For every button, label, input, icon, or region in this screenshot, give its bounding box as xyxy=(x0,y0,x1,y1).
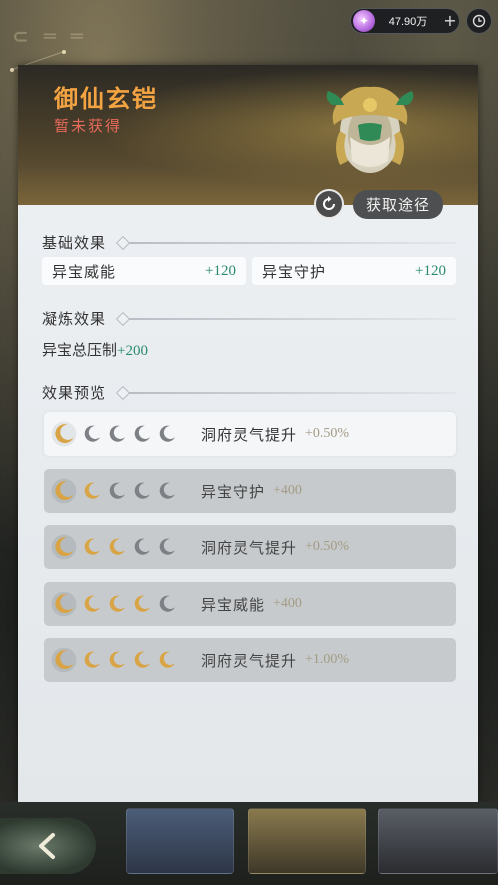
bottom-tile[interactable] xyxy=(248,808,366,874)
moon-filled-icon xyxy=(84,595,100,612)
refine-stat: 异宝总压制+200 xyxy=(42,339,148,360)
moon-filled-icon xyxy=(51,478,77,504)
refresh-button[interactable] xyxy=(314,189,344,219)
preview-label: 洞府灵气提升 xyxy=(201,651,298,670)
moon-empty-icon xyxy=(159,425,175,442)
clock-button[interactable] xyxy=(466,8,492,34)
moon-empty-icon xyxy=(159,595,175,612)
refine-value: +200 xyxy=(117,343,148,359)
moon-empty-icon xyxy=(159,482,175,499)
preview-label: 异宝守护 xyxy=(201,482,266,501)
stat-label: 异宝守护 xyxy=(262,262,327,281)
star-level xyxy=(51,421,181,447)
stat-guard: 异宝守护 +120 xyxy=(252,257,456,285)
add-currency-button[interactable]: + xyxy=(441,10,459,32)
moon-filled-icon xyxy=(109,651,125,668)
stat-label: 异宝威能 xyxy=(52,262,117,281)
preview-row: 异宝守护 +400 xyxy=(44,469,456,513)
moon-filled-icon xyxy=(51,591,77,617)
stat-value: +120 xyxy=(205,262,236,279)
moon-filled-icon xyxy=(109,595,125,612)
moon-empty-icon xyxy=(134,425,150,442)
moon-empty-icon xyxy=(109,482,125,499)
preview-value: +0.50% xyxy=(305,426,350,441)
preview-row: 洞府灵气提升 +0.50% xyxy=(44,412,456,456)
preview-row: 洞府灵气提升 +1.00% xyxy=(44,638,456,682)
refresh-icon xyxy=(323,196,335,210)
bottom-tile[interactable] xyxy=(126,808,234,874)
moon-filled-icon xyxy=(84,651,100,668)
armor-illustration xyxy=(326,86,414,173)
clock-icon xyxy=(472,14,486,28)
back-button[interactable] xyxy=(0,818,96,874)
preview-value: +400 xyxy=(273,483,302,498)
preview-label: 异宝威能 xyxy=(201,595,266,614)
background-blurred-title: ⊂ ═ ═ xyxy=(12,24,87,48)
preview-label: 洞府灵气提升 xyxy=(201,425,298,444)
moon-empty-icon xyxy=(109,425,125,442)
spirit-gem-icon: ✦ xyxy=(353,10,375,32)
moon-filled-icon xyxy=(51,534,77,560)
moon-filled-icon xyxy=(109,538,125,555)
item-status: 暂未获得 xyxy=(54,117,123,135)
section-divider xyxy=(124,318,456,320)
moon-filled-icon xyxy=(51,647,77,673)
back-arrow-icon xyxy=(39,833,55,859)
moon-filled-icon xyxy=(84,482,100,499)
moon-empty-icon xyxy=(134,482,150,499)
moon-filled-icon xyxy=(84,538,100,555)
star-level xyxy=(51,591,181,617)
item-header: 御仙玄铠 暂未获得 xyxy=(18,65,478,205)
section-divider xyxy=(124,392,456,394)
preview-row: 洞府灵气提升 +0.50% xyxy=(44,525,456,569)
moon-empty-icon xyxy=(159,538,175,555)
currency-display: ✦ 47.90万 + xyxy=(350,8,460,34)
constellation-star xyxy=(62,50,66,54)
currency-amount: 47.90万 xyxy=(388,16,428,28)
star-level xyxy=(51,647,181,673)
star-level xyxy=(51,478,181,504)
refine-label: 异宝总压制 xyxy=(42,341,118,359)
bottom-tile[interactable] xyxy=(378,808,498,874)
base-effects-title: 基础效果 xyxy=(42,234,107,252)
moon-filled-icon xyxy=(51,421,77,447)
preview-label: 洞府灵气提升 xyxy=(201,538,298,557)
stat-value: +120 xyxy=(415,262,446,279)
source-button[interactable]: 获取途径 xyxy=(353,190,443,219)
preview-value: +400 xyxy=(273,596,302,611)
section-divider xyxy=(124,242,456,244)
moon-filled-icon xyxy=(134,651,150,668)
item-detail-panel: 御仙玄铠 暂未获得 获取途径 基础效果 异宝威能 +120 异宝守护 +120 xyxy=(18,65,478,802)
preview-row: 异宝威能 +400 xyxy=(44,582,456,626)
preview-value: +0.50% xyxy=(305,539,350,554)
item-name: 御仙玄铠 xyxy=(54,84,158,113)
stat-power: 异宝威能 +120 xyxy=(42,257,246,285)
preview-title: 效果预览 xyxy=(42,384,107,402)
moon-empty-icon xyxy=(84,425,100,442)
moon-empty-icon xyxy=(134,538,150,555)
moon-filled-icon xyxy=(134,595,150,612)
star-level xyxy=(51,534,181,560)
refine-effects-title: 凝炼效果 xyxy=(42,310,107,328)
preview-value: +1.00% xyxy=(305,652,350,667)
moon-filled-icon xyxy=(159,651,175,668)
